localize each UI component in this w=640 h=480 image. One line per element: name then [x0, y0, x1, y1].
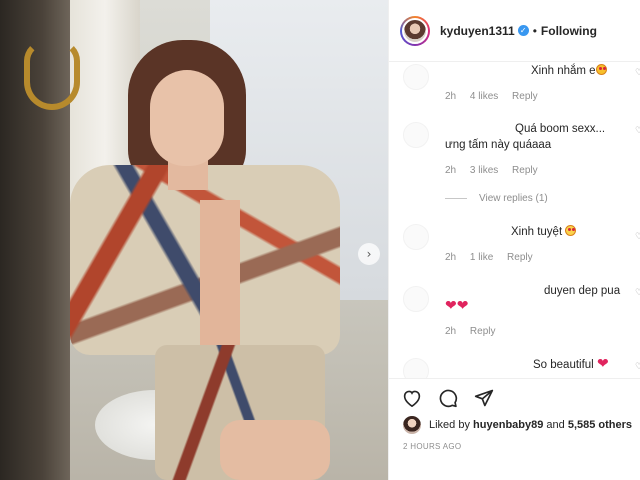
red-heart-emoji-icon: ❤	[456, 298, 469, 314]
like-comment-heart-icon[interactable]: ♡	[635, 288, 640, 298]
post-header: kyduyen1311 ✓ • Following	[389, 0, 640, 62]
commenter-avatar[interactable]	[403, 286, 429, 312]
liked-by-connector: and	[546, 419, 565, 431]
model-legs	[220, 420, 330, 480]
post-timestamp[interactable]: 2 HOURS AGO	[403, 442, 461, 451]
comment-body: Xinh tuyệt	[511, 226, 563, 238]
view-replies-button[interactable]: View replies (1)	[445, 193, 548, 204]
comment-time: 2h	[445, 91, 457, 102]
like-comment-heart-icon[interactable]: ♡	[635, 232, 640, 242]
comment-likes[interactable]: 3 likes	[470, 165, 498, 176]
comment-likes[interactable]: 4 likes	[470, 91, 498, 102]
next-photo-button[interactable]: ›	[358, 243, 380, 265]
comment-icon	[439, 389, 458, 408]
commenter-avatar[interactable]	[403, 64, 429, 90]
red-heart-emoji-icon: ❤	[596, 356, 609, 372]
model-torso	[200, 200, 240, 350]
reply-button[interactable]: Reply	[512, 91, 538, 102]
comment-text: duyen dep pua	[544, 285, 621, 297]
reply-button[interactable]: Reply	[512, 165, 538, 176]
comment-emoji-line: ❤❤	[445, 299, 468, 315]
following-button[interactable]: Following	[541, 24, 597, 38]
view-replies-line	[445, 198, 467, 199]
avatar-image	[402, 17, 428, 44]
commenter-avatar[interactable]	[403, 122, 429, 148]
like-button[interactable]	[401, 387, 423, 409]
profile-avatar[interactable]	[400, 15, 430, 46]
reply-button[interactable]: Reply	[507, 252, 533, 263]
reply-button[interactable]: Reply	[470, 326, 496, 337]
comment-text-line1: Quá boom sexx...	[515, 123, 606, 135]
comment-time: 2h	[445, 252, 457, 263]
share-button[interactable]	[473, 387, 495, 409]
comments-list[interactable]: Xinh nhắm e ♡ 2h 4 likes Reply Quá boom …	[389, 62, 640, 378]
comment-text: So beautiful ❤	[533, 357, 609, 373]
comment-time: 2h	[445, 165, 457, 176]
comment-text-line2: ưng tấm này quáaaa	[445, 139, 552, 151]
post-actions: Liked by huyenbaby89 and 5,585 others 2 …	[389, 378, 640, 480]
comment-text: Xinh nhắm e	[531, 64, 607, 79]
comment-meta: 2h 4 likes Reply	[445, 91, 549, 102]
share-icon	[474, 389, 494, 407]
username-link[interactable]: kyduyen1311	[440, 24, 515, 38]
post-side-panel: kyduyen1311 ✓ • Following Xinh nhắm e ♡ …	[388, 0, 640, 480]
commenter-avatar[interactable]	[403, 358, 429, 378]
like-comment-heart-icon[interactable]: ♡	[635, 126, 640, 136]
model-face	[150, 70, 224, 166]
red-heart-emoji-icon: ❤	[445, 298, 457, 314]
lamp	[24, 40, 80, 110]
comment-button[interactable]	[437, 387, 459, 409]
liked-by-row: Liked by huyenbaby89 and 5,585 others	[403, 416, 632, 434]
like-comment-heart-icon[interactable]: ♡	[635, 68, 640, 78]
comment-body: So beautiful	[533, 359, 594, 371]
liker-username-link[interactable]: huyenbaby89	[473, 419, 543, 431]
comment-time: 2h	[445, 326, 457, 337]
comment-text: Xinh tuyệt	[511, 225, 577, 240]
liker-avatar[interactable]	[403, 416, 421, 434]
others-likes-link[interactable]: 5,585 others	[568, 419, 632, 431]
action-icon-row	[401, 387, 495, 409]
header-separator: •	[532, 23, 537, 38]
smile-emoji-icon	[565, 225, 577, 236]
like-comment-heart-icon[interactable]: ♡	[635, 362, 640, 372]
verified-badge-icon: ✓	[517, 25, 529, 36]
heart-icon	[403, 390, 421, 407]
comment-body: Xinh nhắm e	[531, 65, 596, 77]
commenter-avatar[interactable]	[403, 224, 429, 250]
view-replies-label: View replies (1)	[479, 193, 548, 204]
comment-likes[interactable]: 1 like	[470, 252, 493, 263]
heart-eyes-emoji-icon	[595, 64, 607, 75]
post-photo[interactable]: ›	[0, 0, 388, 480]
liked-by-prefix: Liked by	[429, 419, 470, 431]
comment-meta: 2h 1 like Reply	[445, 252, 544, 263]
comment-meta: 2h Reply	[445, 326, 506, 337]
comment-meta: 2h 3 likes Reply	[445, 165, 549, 176]
